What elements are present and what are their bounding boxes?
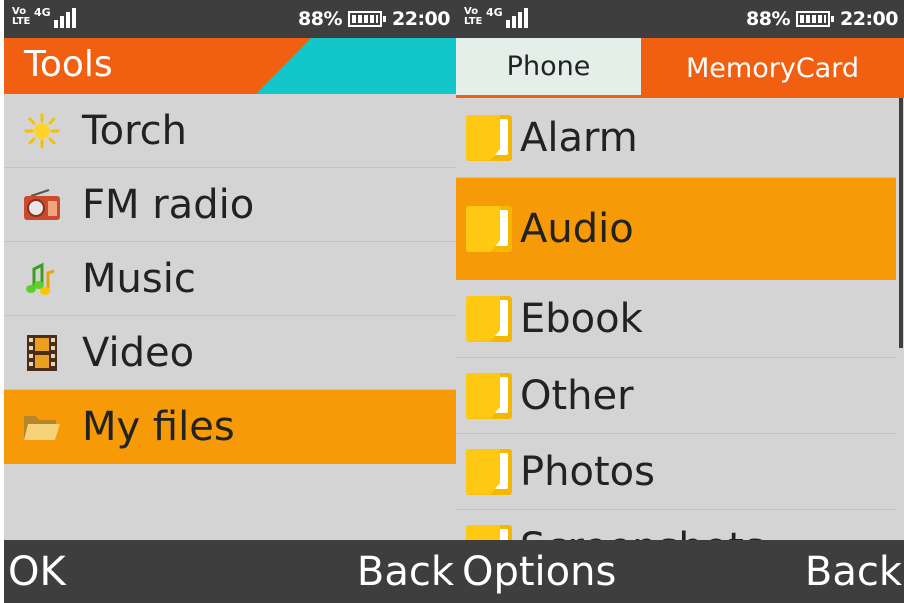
folder-icon xyxy=(466,206,512,252)
storage-tabs: Phone MemoryCard xyxy=(456,38,904,98)
folder-icon xyxy=(466,295,512,342)
list-item-label: Video xyxy=(82,329,195,376)
status-bar: Vo LTE 4G 88% 22:00 xyxy=(456,0,904,38)
folder-label: Alarm xyxy=(520,114,638,161)
tab-memory-card[interactable]: MemoryCard xyxy=(641,38,904,98)
signal-icon: 4G xyxy=(486,6,528,28)
folder-label: Photos xyxy=(520,448,655,495)
volte-icon: Vo LTE xyxy=(12,6,31,27)
list-item-label: Music xyxy=(82,255,196,302)
folder-open-icon xyxy=(22,407,62,447)
scrollbar-thumb[interactable] xyxy=(899,98,903,348)
volte-icon: Vo LTE xyxy=(464,6,483,27)
status-bar: Vo LTE 4G 88% 22:00 xyxy=(4,0,456,38)
tools-screen: Vo LTE 4G 88% 22:00 Tools Torch FM radio… xyxy=(4,0,456,603)
folder-label: Other xyxy=(520,372,634,419)
tools-list: Torch FM radio Music Video My files xyxy=(4,94,456,540)
softkey-bar: OK Back xyxy=(4,540,456,603)
back-softkey[interactable]: Back xyxy=(805,549,902,595)
list-item-music[interactable]: Music xyxy=(4,242,456,316)
folder-icon xyxy=(466,448,512,495)
list-item-video[interactable]: Video xyxy=(4,316,456,390)
folder-item-photos[interactable]: Photos xyxy=(456,434,896,510)
scrollbar[interactable] xyxy=(896,98,904,348)
folder-item-screenshots[interactable]: Screenshots xyxy=(456,510,896,540)
folder-item-alarm[interactable]: Alarm xyxy=(456,98,896,178)
title-bar: Tools xyxy=(4,38,456,94)
folder-item-other[interactable]: Other xyxy=(456,358,896,434)
list-item-torch[interactable]: Torch xyxy=(4,94,456,168)
film-icon xyxy=(22,333,62,373)
battery-percent: 88% xyxy=(746,8,791,30)
folder-icon xyxy=(466,114,512,161)
list-item-label: My files xyxy=(82,404,235,450)
ok-softkey[interactable]: OK xyxy=(8,549,66,595)
tab-phone[interactable]: Phone xyxy=(456,38,641,98)
softkey-bar: Options Back xyxy=(456,540,904,603)
list-item-label: FM radio xyxy=(82,181,255,228)
folder-list: Alarm Audio Ebook Other Photos Screensho… xyxy=(456,98,904,540)
folder-label: Screenshots xyxy=(520,525,765,540)
folder-item-audio[interactable]: Audio xyxy=(456,178,896,280)
battery-icon xyxy=(796,11,835,27)
battery-icon xyxy=(348,11,387,27)
back-softkey[interactable]: Back xyxy=(357,549,454,595)
clock: 22:00 xyxy=(840,8,898,30)
file-browser-screen: Vo LTE 4G 88% 22:00 Phone MemoryCard Ala… xyxy=(456,0,904,603)
list-item-label: Torch xyxy=(82,107,188,154)
folder-icon xyxy=(466,372,512,419)
sun-icon xyxy=(22,111,62,151)
list-item-fm-radio[interactable]: FM radio xyxy=(4,168,456,242)
list-item-my-files[interactable]: My files xyxy=(4,390,456,464)
title-accent-shape xyxy=(256,38,456,94)
clock: 22:00 xyxy=(392,8,450,30)
folder-label: Audio xyxy=(520,206,634,252)
folder-icon xyxy=(466,525,512,540)
page-title: Tools xyxy=(24,44,113,85)
radio-icon xyxy=(22,185,62,225)
folder-item-ebook[interactable]: Ebook xyxy=(456,280,896,358)
music-note-icon xyxy=(22,259,62,299)
options-softkey[interactable]: Options xyxy=(462,549,616,595)
battery-percent: 88% xyxy=(298,8,343,30)
signal-icon: 4G xyxy=(34,6,76,28)
folder-label: Ebook xyxy=(520,295,643,342)
